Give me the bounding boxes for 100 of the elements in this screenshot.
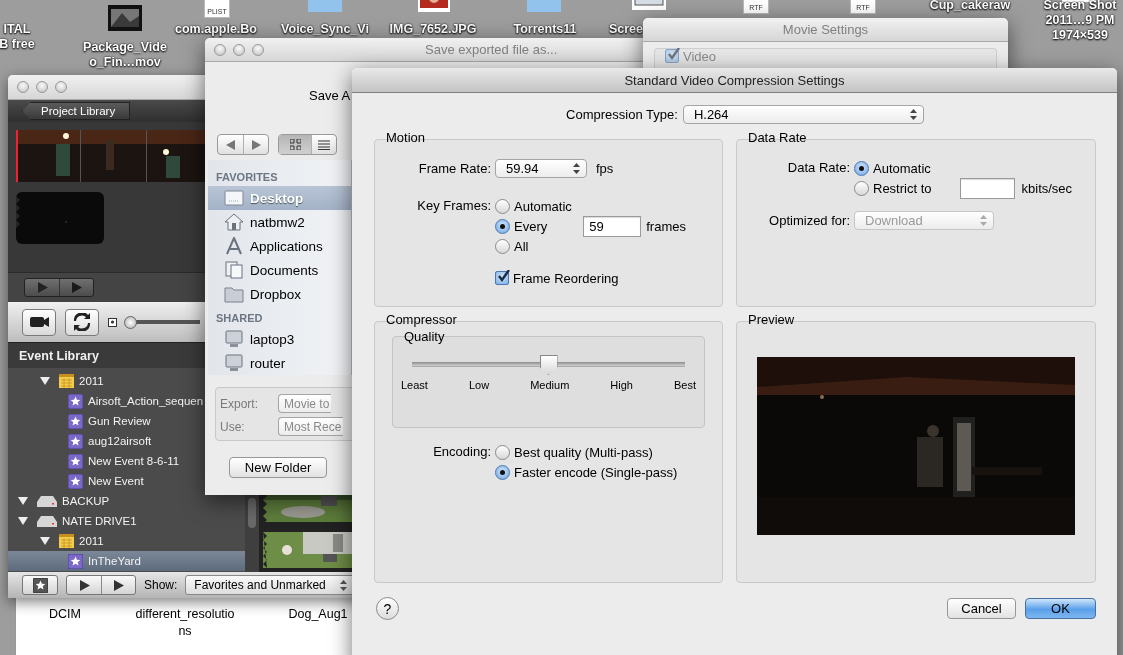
- radio-button[interactable]: [495, 464, 510, 480]
- data-rate-field[interactable]: [959, 177, 1015, 199]
- tick-label: Medium: [530, 379, 570, 391]
- sidebar-item[interactable]: Documents: [208, 258, 351, 282]
- star-icon: [68, 433, 83, 449]
- photo-size-icon: [108, 317, 117, 327]
- sidebar-item[interactable]: Dropbox: [208, 282, 351, 306]
- file-label: Package_Vide o_Fin…mov: [83, 40, 167, 70]
- event-library-item[interactable]: aug12airsoft: [8, 431, 152, 451]
- new-folder-button[interactable]: New Folder: [229, 457, 327, 478]
- event-library-item[interactable]: Gun Review: [8, 411, 151, 431]
- group-title: Preview: [747, 313, 796, 327]
- file-label: Scree: [608, 22, 644, 37]
- window-title: Movie Settings: [781, 22, 870, 37]
- option-label: Automatic: [873, 160, 931, 176]
- hard-drive-icon: [37, 515, 57, 527]
- sidebar-item[interactable]: natbmw2: [208, 210, 351, 234]
- slider-thumb[interactable]: [539, 355, 558, 375]
- event-library-item[interactable]: NATE DRIVE1: [8, 511, 137, 531]
- zoom-button[interactable]: [55, 81, 67, 93]
- radio-button[interactable]: [495, 198, 510, 214]
- star-icon: [68, 453, 83, 469]
- file-label: com.apple.Bo: [175, 22, 257, 37]
- field-label: Export:: [220, 396, 259, 411]
- calendar-icon: [59, 534, 74, 548]
- file-label: ITAL B free: [0, 22, 35, 52]
- left-arrow-icon: [226, 139, 235, 150]
- star-icon: [32, 577, 48, 593]
- option-label: Every: [514, 218, 548, 234]
- file-label: different_resolutio ns: [135, 606, 235, 640]
- window-title: Standard Video Compression Settings: [623, 72, 846, 88]
- group-title: Data Rate: [747, 131, 808, 145]
- file-label: Dog_Aug1: [288, 606, 348, 623]
- radio-button[interactable]: [495, 444, 510, 460]
- event-library-item[interactable]: BACKUP: [8, 491, 110, 511]
- unit-label: kbits/sec: [1021, 180, 1073, 196]
- save-as-label: Save A: [309, 88, 351, 103]
- event-library-item[interactable]: New Event: [8, 471, 144, 491]
- file-label: IMG_7652.JPG: [389, 22, 477, 37]
- close-button[interactable]: [17, 81, 29, 93]
- minimize-button[interactable]: [233, 43, 245, 56]
- help-button[interactable]: ?: [376, 597, 399, 620]
- option-label: Faster encode (Single-pass): [514, 464, 678, 480]
- radio-button[interactable]: [495, 238, 510, 254]
- play-icon: [36, 282, 48, 293]
- sidebar-item[interactable]: Applications: [208, 234, 351, 258]
- updown-arrows-icon: [339, 579, 347, 591]
- key-frames-field[interactable]: 59: [583, 215, 642, 237]
- field-label: Encoding:: [432, 443, 491, 459]
- swap-button[interactable]: [65, 308, 99, 336]
- close-button[interactable]: [214, 43, 226, 56]
- slider-thumb[interactable]: [123, 315, 137, 329]
- icon-view-button[interactable]: [279, 135, 311, 154]
- unit-label: fps: [596, 160, 614, 176]
- tick-label: Best: [674, 379, 696, 391]
- video-file-icon[interactable]: [108, 5, 142, 31]
- checkmark-icon: [666, 48, 680, 61]
- option-label: Restrict to: [873, 180, 932, 196]
- back-button[interactable]: Project Library: [22, 102, 131, 120]
- compression-type-dropdown[interactable]: H.264: [682, 105, 924, 124]
- updown-arrows-icon: [909, 109, 917, 120]
- event-library-item[interactable]: InTheYard: [8, 551, 245, 571]
- field-label: Frame Rate:: [417, 160, 491, 176]
- event-library-item[interactable]: 2011: [8, 371, 104, 391]
- play-icon: [113, 579, 124, 591]
- camera-button[interactable]: [22, 308, 56, 336]
- ok-button[interactable]: OK: [1025, 598, 1096, 619]
- show-label: Show:: [144, 578, 178, 592]
- right-arrow-icon: [251, 139, 261, 150]
- sidebar-heading: SHARED: [215, 311, 264, 326]
- file-label: Voice_Sync_Vi: [281, 22, 369, 37]
- frame-rate-dropdown[interactable]: 59.94: [495, 158, 587, 178]
- star-icon: [68, 413, 83, 429]
- checkbox[interactable]: [495, 271, 509, 285]
- monitor-icon: [224, 330, 244, 348]
- play-icon: [71, 282, 82, 293]
- minimize-button[interactable]: [36, 81, 48, 93]
- disclosure-triangle[interactable]: [18, 517, 28, 525]
- radio-button[interactable]: [495, 218, 510, 234]
- file-label: Torrents11: [513, 22, 577, 37]
- window-title: Save exported file as...: [424, 42, 559, 57]
- monitor-icon: [224, 354, 244, 372]
- zoom-button[interactable]: [252, 43, 264, 56]
- documents-icon: [224, 261, 244, 279]
- tick-label: Low: [468, 379, 490, 391]
- group-title: Motion: [385, 131, 427, 145]
- radio-button[interactable]: [854, 180, 869, 196]
- event-library-item[interactable]: New Event 8-6-11: [8, 451, 180, 471]
- scroll-bar[interactable]: [248, 498, 256, 528]
- star-icon: [68, 393, 83, 409]
- list-icon: [318, 139, 330, 150]
- disclosure-triangle[interactable]: [18, 497, 28, 505]
- checkmark-icon: [496, 270, 510, 283]
- event-library-item[interactable]: Airsoft_Action_sequen: [8, 391, 204, 411]
- file-label: DCIM: [49, 606, 81, 623]
- checkbox[interactable]: [665, 49, 679, 63]
- option-label: Best quality (Multi-pass): [514, 444, 653, 460]
- disclosure-triangle[interactable]: [40, 377, 50, 385]
- radio-button[interactable]: [854, 160, 869, 176]
- cancel-button[interactable]: Cancel: [947, 598, 1016, 619]
